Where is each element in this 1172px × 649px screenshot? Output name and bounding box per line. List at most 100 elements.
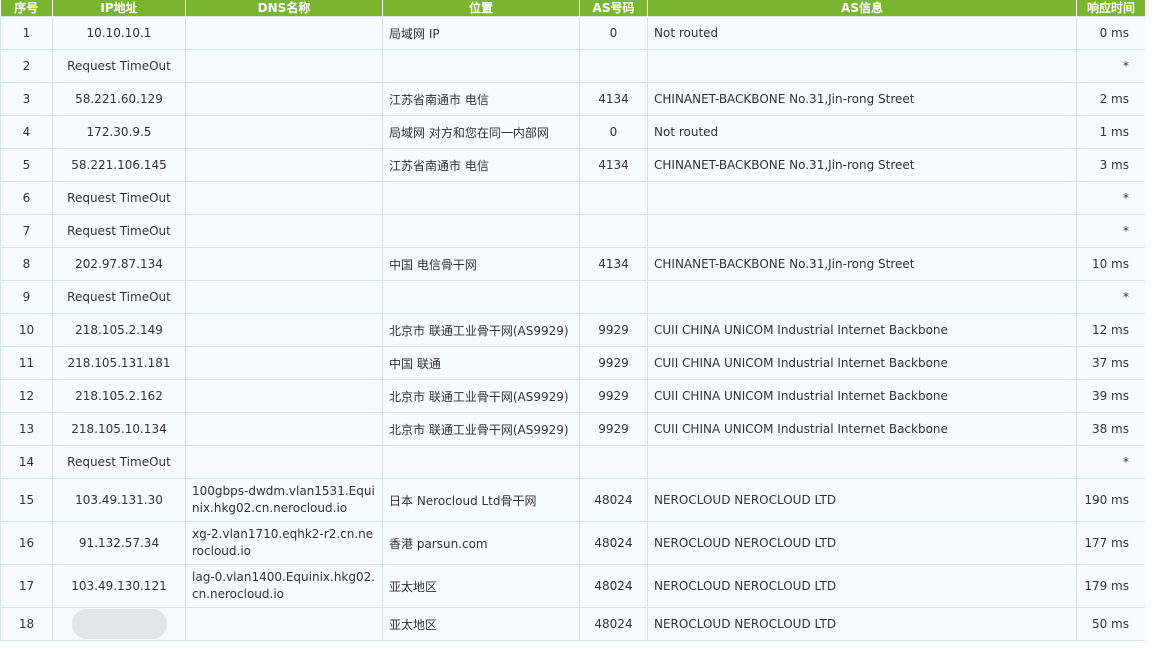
table-row: 4 172.30.9.5 局域网 对方和您在同一内部网 0 Not routed 1 ms	[0, 115, 1146, 149]
cell-as-number	[579, 445, 648, 479]
table-row: 13 218.105.10.134 北京市 联通工业骨干网(AS9929) 9929 C…	[0, 412, 1146, 446]
cell-location: 局域网 对方和您在同一内部网	[382, 115, 580, 149]
cell-ip: Request TimeOut	[52, 181, 186, 215]
cell-num: 3	[0, 82, 53, 116]
cell-response-time: *	[1076, 49, 1146, 83]
cell-location: 香港 parsun.com	[382, 521, 580, 565]
cell-as-info: CUII CHINA UNICOM Industrial Internet Ba…	[647, 412, 1077, 446]
cell-response-time: 0 ms	[1076, 16, 1146, 50]
cell-response-time: 1 ms	[1076, 115, 1146, 149]
cell-ip: 10.10.10.1	[52, 16, 186, 50]
cell-ip: 202.97.87.134	[52, 247, 186, 281]
cell-ip: 218.105.10.134	[52, 412, 186, 446]
header-as-number: AS号码	[579, 0, 648, 17]
cell-response-time: 39 ms	[1076, 379, 1146, 413]
table-row: 15 103.49.131.30 100gbps-dwdm.vlan1531.Equ…	[0, 478, 1146, 522]
cell-as-number: 4134	[579, 82, 648, 116]
cell-as-info: CUII CHINA UNICOM Industrial Internet Ba…	[647, 346, 1077, 380]
cell-ip: 218.105.2.149	[52, 313, 186, 347]
cell-num: 12	[0, 379, 53, 413]
cell-ip: Request TimeOut	[52, 49, 186, 83]
cell-location	[382, 49, 580, 83]
table-row: 18 亚太地区 48024 NEROCLOUD NEROCLOUD LTD 50 ms	[0, 607, 1146, 641]
cell-as-number: 9929	[579, 346, 648, 380]
cell-as-number: 48024	[579, 564, 648, 608]
header-dns: DNS名称	[185, 0, 383, 17]
cell-location: 北京市 联通工业骨干网(AS9929)	[382, 379, 580, 413]
table-row: 17 103.49.130.121 lag-0.vlan1400.Equinix.h…	[0, 564, 1146, 608]
table-row: 6 Request TimeOut *	[0, 181, 1146, 215]
cell-dns	[185, 82, 383, 116]
cell-location: 亚太地区	[382, 564, 580, 608]
cell-as-number	[579, 280, 648, 314]
cell-as-info: CUII CHINA UNICOM Industrial Internet Ba…	[647, 379, 1077, 413]
cell-ip: 103.49.130.121	[52, 564, 186, 608]
cell-location: 北京市 联通工业骨干网(AS9929)	[382, 313, 580, 347]
table-row: 8 202.97.87.134 中国 电信骨干网 4134 CHINANET-BACKB…	[0, 247, 1146, 281]
cell-as-number: 48024	[579, 478, 648, 522]
table-row: 5 58.221.106.145 江苏省南通市 电信 4134 CHINANET-BAC…	[0, 148, 1146, 182]
cell-response-time: 177 ms	[1076, 521, 1146, 565]
cell-as-info	[647, 181, 1077, 215]
table-row: 2 Request TimeOut *	[0, 49, 1146, 83]
cell-dns	[185, 445, 383, 479]
table-row: 16 91.132.57.34 xg-2.vlan1710.eqhk2-r2.cn.…	[0, 521, 1146, 565]
cell-ip: Request TimeOut	[52, 214, 186, 248]
cell-as-info	[647, 49, 1077, 83]
cell-response-time: 12 ms	[1076, 313, 1146, 347]
cell-dns: xg-2.vlan1710.eqhk2-r2.cn.nerocloud.io	[185, 521, 383, 565]
cell-as-number	[579, 49, 648, 83]
cell-location: 江苏省南通市 电信	[382, 148, 580, 182]
cell-as-info: NEROCLOUD NEROCLOUD LTD	[647, 478, 1077, 522]
cell-response-time: 179 ms	[1076, 564, 1146, 608]
cell-response-time: 3 ms	[1076, 148, 1146, 182]
cell-dns	[185, 280, 383, 314]
cell-location	[382, 445, 580, 479]
cell-response-time: 10 ms	[1076, 247, 1146, 281]
cell-num: 6	[0, 181, 53, 215]
cell-as-number	[579, 214, 648, 248]
cell-location: 亚太地区	[382, 607, 580, 641]
cell-dns: lag-0.vlan1400.Equinix.hkg02.cn.neroclou…	[185, 564, 383, 608]
table-row: 7 Request TimeOut *	[0, 214, 1146, 248]
cell-num: 11	[0, 346, 53, 380]
cell-num: 8	[0, 247, 53, 281]
cell-location	[382, 214, 580, 248]
header-num: 序号	[0, 0, 53, 17]
cell-dns	[185, 214, 383, 248]
cell-ip: 218.105.131.181	[52, 346, 186, 380]
cell-as-number: 48024	[579, 607, 648, 641]
header-as-info: AS信息	[647, 0, 1077, 17]
cell-response-time: *	[1076, 280, 1146, 314]
cell-dns	[185, 379, 383, 413]
header-location: 位置	[382, 0, 580, 17]
table-row: 14 Request TimeOut *	[0, 445, 1146, 479]
cell-location: 局域网 IP	[382, 16, 580, 50]
cell-dns	[185, 115, 383, 149]
cell-dns	[185, 16, 383, 50]
header-ip: IP地址	[52, 0, 186, 17]
cell-response-time: 2 ms	[1076, 82, 1146, 116]
cell-location: 江苏省南通市 电信	[382, 82, 580, 116]
cell-location: 日本 Nerocloud Ltd骨干网	[382, 478, 580, 522]
cell-ip: 103.49.131.30	[52, 478, 186, 522]
cell-num: 13	[0, 412, 53, 446]
cell-num: 4	[0, 115, 53, 149]
cell-location	[382, 280, 580, 314]
traceroute-table: 序号 IP地址 DNS名称 位置 AS号码 AS信息 响应时间 1 10.10.1…	[0, 0, 1146, 641]
cell-as-number: 9929	[579, 412, 648, 446]
cell-response-time: 190 ms	[1076, 478, 1146, 522]
table-row: 9 Request TimeOut *	[0, 280, 1146, 314]
cell-as-info: CHINANET-BACKBONE No.31,Jin-rong Street	[647, 148, 1077, 182]
cell-dns	[185, 412, 383, 446]
cell-as-number: 48024	[579, 521, 648, 565]
cell-num: 16	[0, 521, 53, 565]
cell-as-info	[647, 280, 1077, 314]
cell-dns	[185, 49, 383, 83]
cell-ip: 218.105.2.162	[52, 379, 186, 413]
table-row: 11 218.105.131.181 中国 联通 9929 CUII CHINA UNI…	[0, 346, 1146, 380]
cell-num: 14	[0, 445, 53, 479]
cell-num: 7	[0, 214, 53, 248]
table-row: 12 218.105.2.162 北京市 联通工业骨干网(AS9929) 9929 CU…	[0, 379, 1146, 413]
cell-dns	[185, 313, 383, 347]
